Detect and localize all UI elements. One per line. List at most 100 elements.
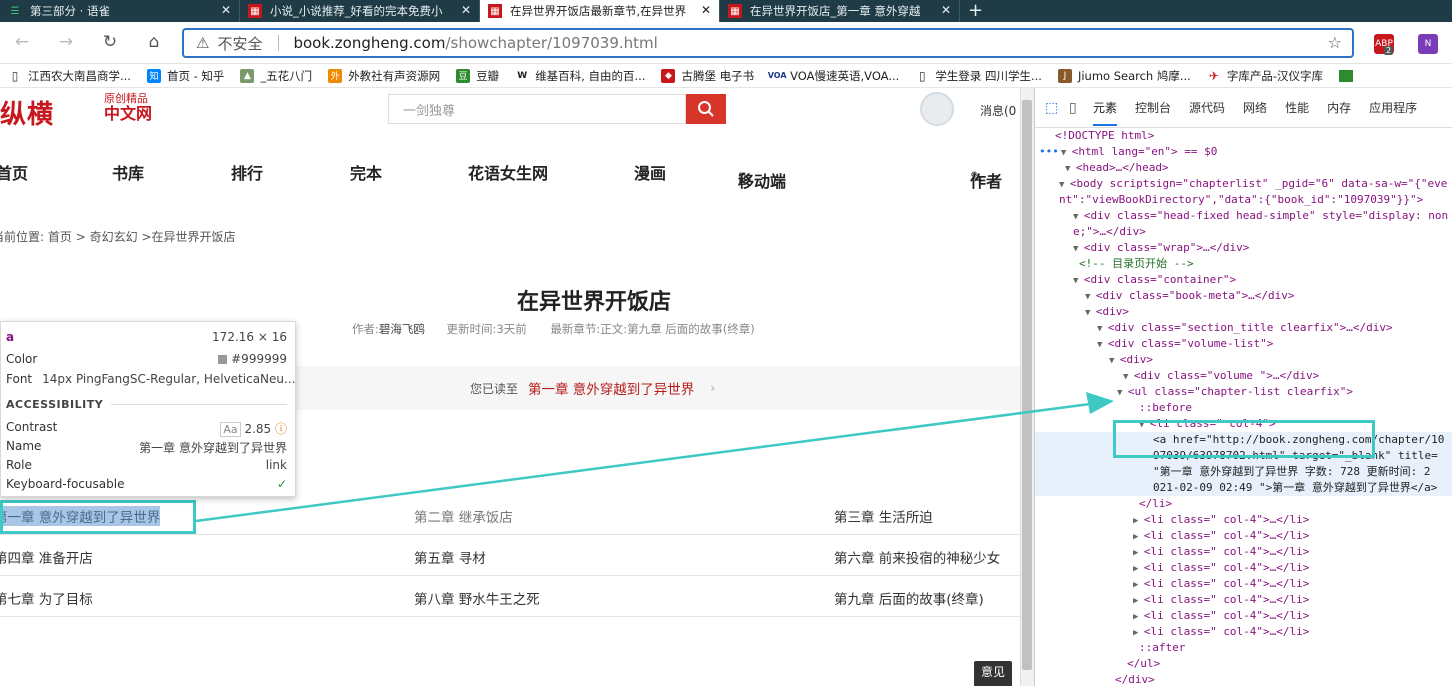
- bookmark-item[interactable]: 知首页 - 知乎: [146, 68, 224, 84]
- bookmark-item[interactable]: ▯ 学生登录 四川学生...: [915, 68, 1042, 84]
- bookmark-item[interactable]: W 维基百科, 自由的百...: [515, 68, 645, 84]
- expand-triangle-icon[interactable]: ▶: [1133, 516, 1144, 526]
- chapter-link[interactable]: 第四章 准备开店: [0, 547, 93, 567]
- dom-node-line[interactable]: ▶ <li class=" col-4">…</li>: [1035, 512, 1452, 529]
- bookmark-star-icon[interactable]: ☆: [1328, 33, 1342, 52]
- chapter-link[interactable]: 第七章 为了目标: [0, 588, 93, 608]
- folder-icon[interactable]: [1339, 69, 1353, 82]
- expand-triangle-icon[interactable]: ▶: [1133, 612, 1144, 622]
- author-link[interactable]: 碧海飞鸥: [379, 322, 425, 336]
- expand-triangle-icon[interactable]: ▶: [1133, 580, 1144, 590]
- home-icon[interactable]: ⌂: [142, 32, 166, 54]
- forward-icon[interactable]: →: [54, 32, 78, 54]
- bookmark-item[interactable]: VOA VOA慢速英语,VOA...: [768, 68, 900, 84]
- breadcrumb-home[interactable]: 首页: [48, 230, 72, 244]
- chapter-link[interactable]: 第九章 后面的故事(终章): [834, 588, 984, 608]
- inspect-cursor-icon[interactable]: ⬚: [1045, 100, 1061, 116]
- dom-node-line[interactable]: ▼ <div class="container">: [1035, 272, 1452, 289]
- dom-node-line[interactable]: <!DOCTYPE html>: [1035, 128, 1452, 144]
- dom-node-line[interactable]: </ul>: [1035, 656, 1452, 672]
- collapse-triangle-icon[interactable]: ▼: [1085, 308, 1096, 318]
- nav-item-huayu[interactable]: 花语女生网: [468, 160, 548, 184]
- dom-node-line[interactable]: e;">…</div>: [1035, 224, 1452, 240]
- tab-book-chapters[interactable]: ▦ 在异世界开饭店最新章节,在异世界 ✕: [480, 0, 720, 22]
- dom-node-line[interactable]: ▼ <div>: [1035, 352, 1452, 369]
- expand-triangle-icon[interactable]: ▶: [1133, 532, 1144, 542]
- dom-node-line[interactable]: ▼ <head>…</head>: [1035, 160, 1452, 177]
- device-toolbar-icon[interactable]: ▯: [1069, 100, 1085, 116]
- warning-icon[interactable]: ⚠: [196, 34, 209, 52]
- collapse-triangle-icon[interactable]: ▼: [1117, 388, 1128, 398]
- collapse-triangle-icon[interactable]: ▼: [1073, 276, 1084, 286]
- nav-item-library[interactable]: 书库: [112, 160, 144, 184]
- onenote-icon[interactable]: N: [1418, 34, 1438, 54]
- chapter-link[interactable]: 第五章 寻材: [414, 547, 486, 567]
- dom-node-line[interactable]: ▼ <div class="book-meta">…</div>: [1035, 288, 1452, 305]
- latest-chapter-link[interactable]: 正文:第九章 后面的故事(终章): [600, 322, 755, 336]
- tab-novel-list[interactable]: ▦ 小说_小说推荐_好看的完本免费小 ✕: [240, 0, 480, 22]
- devtools-tab-network[interactable]: 网络: [1243, 99, 1267, 116]
- dom-node-line[interactable]: </div>: [1035, 672, 1452, 686]
- collapse-triangle-icon[interactable]: ▼: [1123, 372, 1134, 382]
- close-icon[interactable]: ✕: [701, 3, 711, 17]
- collapse-triangle-icon[interactable]: ▼: [1097, 324, 1108, 334]
- dom-node-line[interactable]: ▼ <div class="section_title clearfix">…<…: [1035, 320, 1452, 337]
- devtools-tab-elements[interactable]: 元素: [1093, 99, 1118, 126]
- devtools-tab-application[interactable]: 应用程序: [1369, 99, 1417, 116]
- new-tab-button[interactable]: +: [968, 0, 983, 22]
- dom-node-line[interactable]: ••• ▼ <html lang="en"> == $0: [1035, 144, 1452, 161]
- search-button[interactable]: [686, 94, 726, 124]
- bookmark-item[interactable]: 豆豆瓣: [456, 68, 499, 84]
- devtools-tab-sources[interactable]: 源代码: [1189, 99, 1225, 116]
- dom-node-line[interactable]: ▶ <li class=" col-4">…</li>: [1035, 528, 1452, 545]
- chapter-link[interactable]: 第三章 生活所迫: [834, 506, 933, 526]
- collapse-triangle-icon[interactable]: ▼: [1073, 244, 1084, 254]
- dom-more-icon[interactable]: •••: [1039, 145, 1059, 158]
- dom-node-line[interactable]: ▼ <div class="volume ">…</div>: [1035, 368, 1452, 385]
- address-bar[interactable]: ⚠ 不安全 book.zongheng.com/showchapter/1097…: [182, 28, 1354, 58]
- dom-node-line[interactable]: <!-- 目录页开始 -->: [1035, 256, 1452, 272]
- devtools-tab-console[interactable]: 控制台: [1135, 99, 1171, 116]
- devtools-tab-performance[interactable]: 性能: [1285, 99, 1309, 116]
- dom-node-line[interactable]: </li>: [1035, 496, 1452, 512]
- search-input[interactable]: 一剑独尊: [388, 94, 686, 124]
- collapse-triangle-icon[interactable]: ▼: [1073, 212, 1084, 222]
- nav-item-ranking[interactable]: 排行: [231, 160, 263, 184]
- collapse-triangle-icon[interactable]: ▼: [1085, 292, 1096, 302]
- dom-node-line[interactable]: ▼ <div>: [1035, 304, 1452, 321]
- expand-triangle-icon[interactable]: ▶: [1133, 548, 1144, 558]
- tab-chapter-one[interactable]: ▦ 在异世界开饭店_第一章 意外穿越 ✕: [720, 0, 960, 22]
- collapse-triangle-icon[interactable]: ▼: [1059, 180, 1070, 190]
- dom-node-line[interactable]: 021-02-09 02:49 ">第一章 意外穿越到了异世界</a>: [1035, 480, 1452, 496]
- expand-triangle-icon[interactable]: ▶: [1133, 564, 1144, 574]
- reload-icon[interactable]: ↻: [98, 32, 122, 54]
- close-icon[interactable]: ✕: [941, 3, 951, 17]
- back-icon[interactable]: ←: [10, 32, 34, 54]
- nav-item-comics[interactable]: 漫画: [634, 160, 666, 184]
- collapse-triangle-icon[interactable]: ▼: [1061, 148, 1072, 158]
- expand-triangle-icon[interactable]: ▶: [1133, 628, 1144, 638]
- bookmark-item[interactable]: ◆ 古腾堡 电子书: [661, 68, 754, 84]
- dom-node-line[interactable]: ▶ <li class=" col-4">…</li>: [1035, 592, 1452, 609]
- dom-node-line[interactable]: nt":"viewBookDirectory","data":{"book_id…: [1035, 192, 1452, 208]
- expand-triangle-icon[interactable]: ▶: [1133, 596, 1144, 606]
- dom-node-line[interactable]: ▼ <div class="wrap">…</div>: [1035, 240, 1452, 257]
- dom-node-line[interactable]: ▶ <li class=" col-4">…</li>: [1035, 544, 1452, 561]
- nav-item-home[interactable]: 首页: [0, 160, 28, 184]
- breadcrumb-category[interactable]: 奇幻玄幻: [90, 230, 138, 244]
- chapter-link[interactable]: 第二章 继承饭店: [414, 506, 513, 526]
- dom-node-line[interactable]: ▶ <li class=" col-4">…</li>: [1035, 608, 1452, 625]
- dom-node-line[interactable]: ▼ <body scriptsign="chapterlist" _pgid="…: [1035, 176, 1452, 193]
- avatar[interactable]: [920, 92, 954, 126]
- scrollbar-thumb[interactable]: [1022, 100, 1032, 670]
- dom-node-line[interactable]: ▶ <li class=" col-4">…</li>: [1035, 624, 1452, 641]
- feedback-button[interactable]: 意见: [974, 661, 1012, 686]
- collapse-triangle-icon[interactable]: ▼: [1065, 164, 1076, 174]
- chapter-link[interactable]: 第六章 前来投宿的神秘少女: [834, 547, 1000, 567]
- dom-node-line[interactable]: ::after: [1035, 640, 1452, 656]
- collapse-triangle-icon[interactable]: ▼: [1097, 340, 1108, 350]
- nav-item-completed[interactable]: 完本: [350, 160, 382, 184]
- insecure-label[interactable]: 不安全: [217, 33, 262, 54]
- breadcrumb-book[interactable]: >在异世界开饭店: [141, 230, 235, 244]
- close-icon[interactable]: ✕: [221, 3, 231, 17]
